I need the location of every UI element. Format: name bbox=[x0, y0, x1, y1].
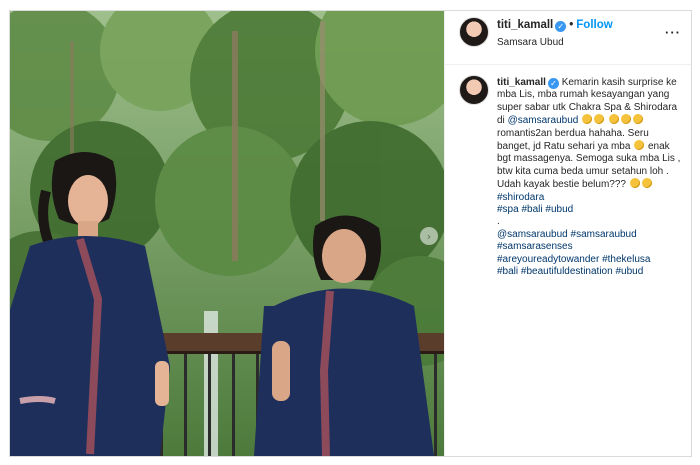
hashtag-link[interactable]: #samsaraubud bbox=[571, 229, 637, 240]
emoji-icon bbox=[594, 114, 605, 125]
instagram-post: › titi_kamall ✓ • Follow Samsara Ubud ··· t… bbox=[9, 10, 692, 457]
mention-link[interactable]: @samsaraubud bbox=[497, 229, 568, 240]
caption-dot-line: . bbox=[497, 216, 500, 228]
hashtag-link[interactable]: #beautifuldestination bbox=[521, 266, 613, 277]
caption-text: titi_kamall ✓ Kemarin kasih surprise ke m… bbox=[497, 77, 682, 279]
post-photo[interactable]: › bbox=[10, 11, 444, 456]
emoji-icon bbox=[629, 178, 640, 189]
hashtag-link[interactable]: #shirodara bbox=[497, 192, 544, 203]
more-options-icon[interactable]: ··· bbox=[665, 25, 681, 40]
emoji-icon bbox=[608, 114, 619, 125]
post-side-panel: titi_kamall ✓ • Follow Samsara Ubud ··· tit… bbox=[444, 11, 691, 456]
carousel-next-button[interactable]: › bbox=[420, 227, 438, 245]
hashtag-link[interactable]: #ubud bbox=[545, 204, 573, 215]
emoji-icon bbox=[641, 178, 652, 189]
emoji-icon bbox=[632, 114, 643, 125]
avatar[interactable] bbox=[459, 17, 489, 47]
hashtag-link[interactable]: #spa bbox=[497, 204, 519, 215]
username-link[interactable]: titi_kamall bbox=[497, 19, 553, 31]
hashtag-link[interactable]: #samsarasenses bbox=[497, 241, 573, 252]
hashtag-link[interactable]: #bali bbox=[497, 266, 518, 277]
emoji-icon bbox=[620, 114, 631, 125]
caption-avatar[interactable] bbox=[459, 75, 489, 105]
hashtag-link[interactable]: #bali bbox=[521, 204, 542, 215]
mention-link[interactable]: @samsaraubud bbox=[508, 115, 579, 126]
emoji-icon bbox=[582, 114, 593, 125]
follow-button[interactable]: Follow bbox=[576, 19, 612, 31]
photo-illustration bbox=[10, 11, 444, 456]
hashtag-link[interactable]: #ubud bbox=[615, 266, 643, 277]
verified-badge-icon: ✓ bbox=[555, 21, 567, 32]
header-username-row: titi_kamall ✓ • Follow bbox=[497, 19, 613, 32]
hashtag-link[interactable]: #thekelusa bbox=[602, 254, 650, 265]
caption-text-2: romantis2an berdua hahaha. Seru banget, … bbox=[497, 127, 649, 153]
verified-badge-icon: ✓ bbox=[547, 78, 559, 89]
separator-dot: • bbox=[569, 19, 574, 31]
location-link[interactable]: Samsara Ubud bbox=[497, 37, 564, 48]
caption-username[interactable]: titi_kamall bbox=[497, 77, 546, 88]
post-header: titi_kamall ✓ • Follow Samsara Ubud ··· bbox=[445, 11, 691, 65]
emoji-icon bbox=[634, 140, 645, 151]
chevron-right-icon: › bbox=[426, 229, 432, 243]
hashtag-link[interactable]: #areyoureadytowander bbox=[497, 254, 599, 265]
